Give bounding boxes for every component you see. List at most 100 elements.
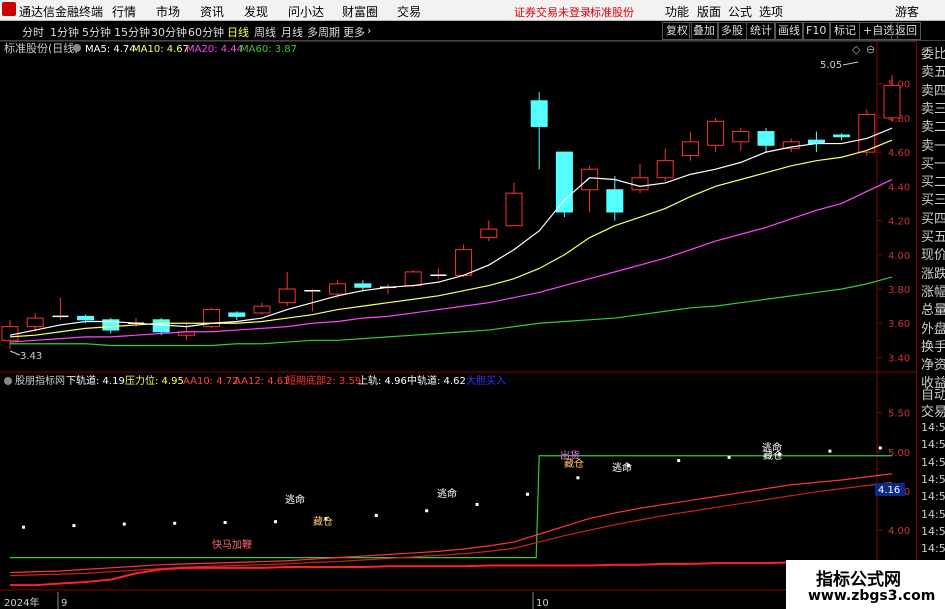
candle-up <box>26 317 44 328</box>
side-lower-item[interactable]: 交易 <box>921 401 945 420</box>
btn-mark[interactable]: 标记 <box>830 22 860 40</box>
quote-side-panel: 委比 卖五 卖四 卖三 卖二 卖一 买一 买二 买三 买四 买五 现价 涨跌 涨幅 总量 外盘 换手 净资 收益 自动… <box>916 41 945 609</box>
ind-y-tick-label: 5.00 <box>888 448 910 459</box>
guest-button[interactable]: 游客 <box>895 3 919 20</box>
candle-up <box>253 305 271 314</box>
btn-back[interactable]: 返回 <box>891 22 921 40</box>
ma5-line <box>9 127 893 336</box>
candle-up <box>329 283 347 295</box>
diamond-icon[interactable]: ◇ <box>852 43 861 56</box>
period-weekly[interactable]: 周线 <box>254 24 276 40</box>
menu-ask[interactable]: 问小达 <box>288 3 324 20</box>
btn-restore-rights[interactable]: 复权 <box>662 22 692 40</box>
y-tick-label: 4.00 <box>888 251 910 262</box>
app-title: 通达信金融终端 <box>19 5 104 19</box>
side-item: 涨幅 <box>921 284 945 300</box>
side-item: 卖三 <box>921 101 945 117</box>
watermark-url: www.zbgs3.com <box>808 588 936 604</box>
upper-band-dot <box>526 492 529 496</box>
y-tick-label: 3.80 <box>888 285 910 296</box>
menu-market[interactable]: 市场 <box>156 3 180 20</box>
annotation-hold: 藏仓 <box>313 515 333 528</box>
candle-up <box>707 120 725 146</box>
menu-discover[interactable]: 发现 <box>244 3 268 20</box>
menu-layout[interactable]: 版面 <box>697 3 721 20</box>
candle-up <box>505 192 523 227</box>
candle-up <box>858 113 876 153</box>
upper-band-dot <box>122 522 126 526</box>
chevron-right-icon[interactable]: › <box>367 24 371 37</box>
candle-down <box>77 315 95 321</box>
indicator-line <box>10 455 892 559</box>
ma20-line <box>9 178 893 343</box>
upper-band-dot <box>727 455 731 459</box>
ind-param-bottom: 短期底部2: 3.59 <box>286 374 361 387</box>
period-60min[interactable]: 60分钟 <box>188 24 224 40</box>
ma5-label: MA5: 4.74 <box>85 44 136 55</box>
menu-wealth[interactable]: 财富圈 <box>342 3 378 20</box>
menu-function[interactable]: 功能 <box>665 3 689 20</box>
period-monthly[interactable]: 月线 <box>281 24 303 40</box>
menu-news[interactable]: 资讯 <box>200 3 224 20</box>
ind-y-tick-label: 5.50 <box>888 409 910 420</box>
menu-bar: 通达信金融终端 行情 市场 资讯 发现 问小达 财富圈 交易 证券交易未登录 标… <box>0 0 945 21</box>
y-tick-label: 4.60 <box>888 148 910 159</box>
btn-draw-line[interactable]: 画线 <box>774 22 804 40</box>
side-item: 买三 <box>921 193 945 209</box>
candle-up <box>656 160 674 179</box>
settings-dot-icon[interactable] <box>4 377 12 385</box>
side-item: 卖一 <box>921 138 945 154</box>
btn-statistics[interactable]: 统计 <box>746 22 776 40</box>
zoom-out-icon[interactable]: ⊖ <box>866 43 875 56</box>
side-time: 14:56 <box>921 507 945 521</box>
chart-area[interactable]: 标准股份(日线) MA5: 4.74 MA10: 4.67 MA20: 4.44… <box>0 41 916 609</box>
period-multi[interactable]: 多周期 <box>307 24 340 40</box>
upper-band-dot <box>828 449 832 453</box>
candle-up <box>681 141 699 157</box>
settings-dot-icon[interactable] <box>73 44 81 52</box>
annotation-ship: 出货 <box>560 449 580 462</box>
period-intraday[interactable]: 分时 <box>22 24 44 40</box>
btn-overlay[interactable]: 叠加 <box>689 22 719 40</box>
menu-quotes[interactable]: 行情 <box>112 3 136 20</box>
candle-up <box>581 168 599 191</box>
period-15min[interactable]: 15分钟 <box>114 24 150 40</box>
ind-param-lower: 下轨道: 4.19 <box>66 374 125 387</box>
ind-param-aa12: AA12: 4.61 <box>234 376 290 387</box>
btn-f10[interactable]: F10 <box>802 22 831 40</box>
period-more[interactable]: 更多 <box>343 24 365 40</box>
low-label: 3.43 <box>20 351 42 362</box>
upper-band-dot <box>274 520 277 524</box>
period-daily[interactable]: 日线 <box>227 24 249 40</box>
period-5min[interactable]: 5分钟 <box>82 24 111 40</box>
ind-param-middle: 中轨道: 4.62 <box>407 374 466 387</box>
period-1min[interactable]: 1分钟 <box>50 24 79 40</box>
side-item: 卖五 <box>921 65 945 81</box>
candle-up <box>631 177 649 191</box>
candle-down <box>555 151 573 213</box>
side-time: 14:56 <box>921 455 945 469</box>
side-time: 14:56 <box>921 490 945 504</box>
menu-formula[interactable]: 公式 <box>728 3 752 20</box>
annotation-gallop: 快马加鞭 <box>212 538 252 551</box>
side-item: 买五 <box>921 230 945 245</box>
side-item: 涨跌 <box>921 266 945 282</box>
ind-param-aa10: AA10: 4.72 <box>183 376 239 387</box>
upper-band-dot <box>677 459 681 463</box>
ma60-label: MA60: 3.87 <box>240 44 297 55</box>
menu-options[interactable]: 选项 <box>759 3 783 20</box>
x-axis-year: 2024年 <box>4 596 39 609</box>
upper-band-dot <box>173 521 177 525</box>
candle-down <box>757 131 775 146</box>
candle-down <box>354 283 372 288</box>
login-notice[interactable]: 证券交易未登录 <box>514 4 591 20</box>
menu-trade[interactable]: 交易 <box>397 3 421 20</box>
candle-up <box>883 84 901 119</box>
upper-band-dot <box>22 525 25 529</box>
period-toolbar: 分时 1分钟 5分钟 15分钟 30分钟 60分钟 日线 周线 月线 多周期 更… <box>0 21 945 41</box>
side-item: 买二 <box>921 175 945 191</box>
btn-multi-stock[interactable]: 多股 <box>717 22 747 40</box>
ind-param-buy: 大胆买入 <box>466 374 506 387</box>
current-value: 4.16 <box>878 485 900 496</box>
period-30min[interactable]: 30分钟 <box>151 24 187 40</box>
